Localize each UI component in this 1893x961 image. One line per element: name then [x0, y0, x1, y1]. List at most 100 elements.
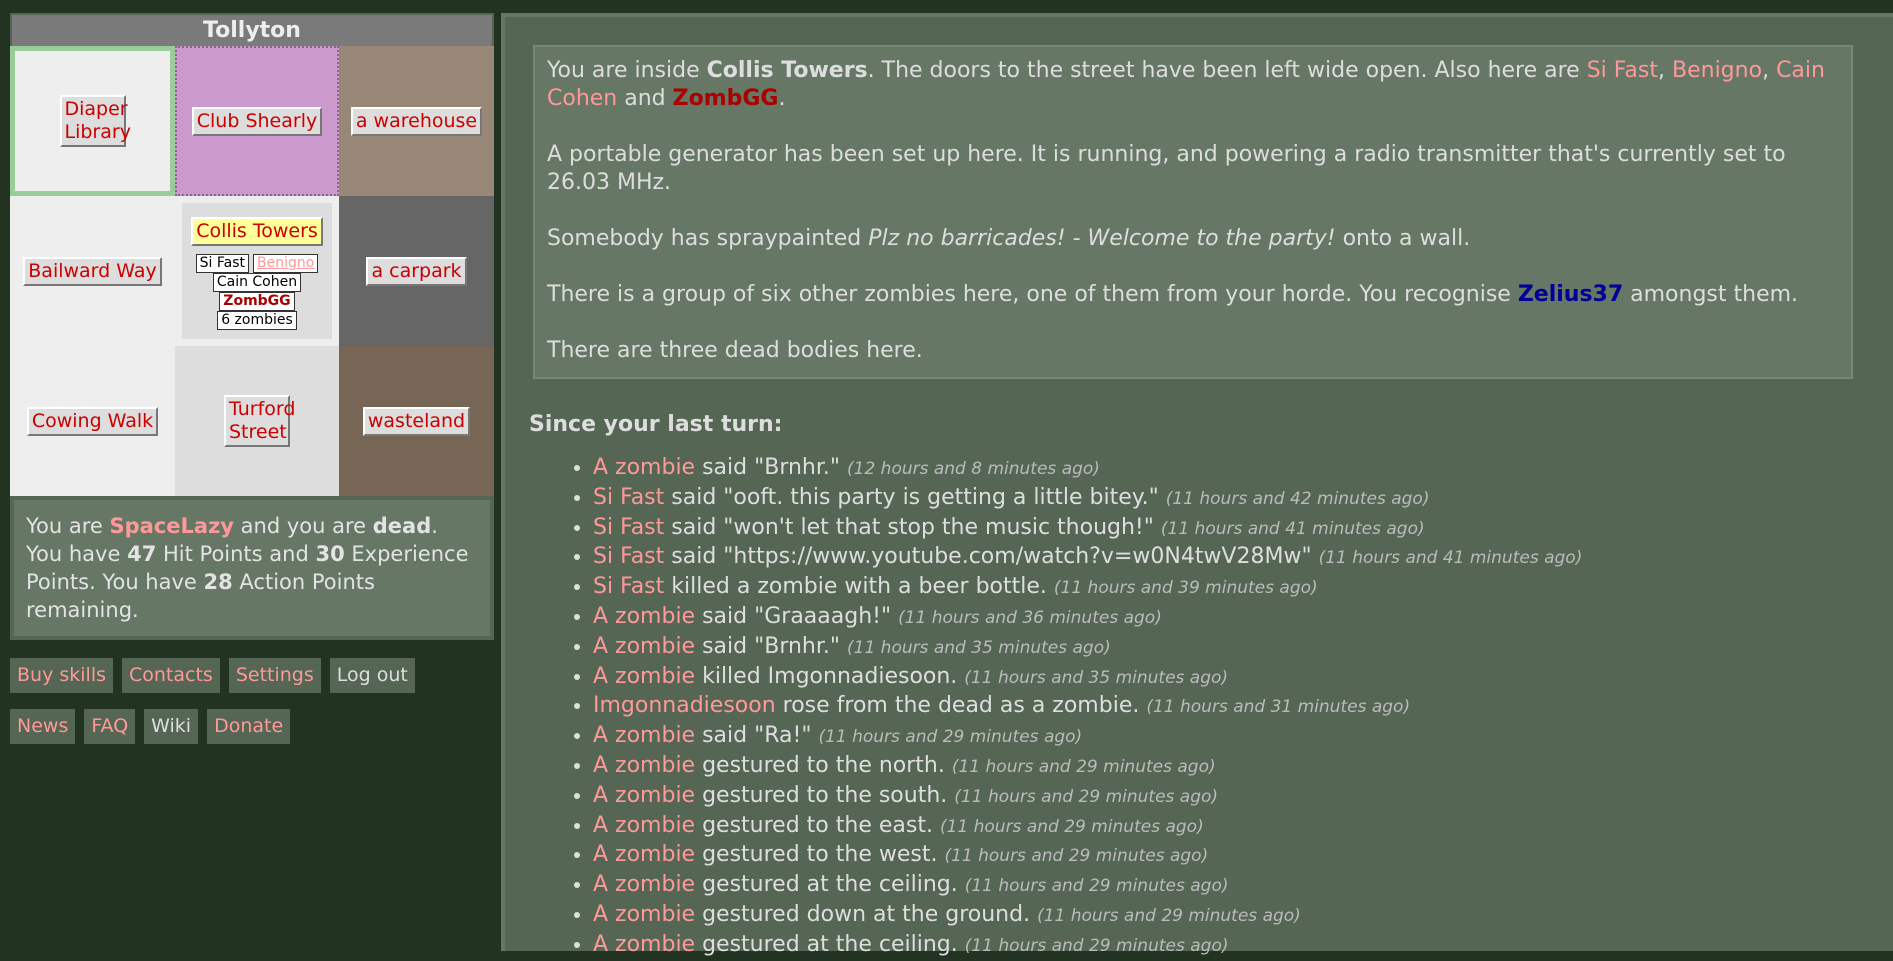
event-actor: A zombie [593, 842, 696, 868]
description-text: Somebody has spraypainted [547, 226, 869, 251]
survivor-link[interactable]: ZombGG [673, 86, 779, 111]
event-item: A zombie said "Brnhr." (11 hours and 35 … [593, 633, 1893, 663]
occupant-list: Si Fast Benigno Cain Cohen ZombGG 6 zomb… [195, 254, 319, 330]
event-item: Si Fast said "ooft. this party is gettin… [593, 484, 1893, 514]
event-actor: A zombie [593, 872, 696, 898]
donate-link[interactable]: Donate [207, 709, 291, 744]
event-actor[interactable]: Si Fast [593, 485, 664, 510]
survivor-link[interactable]: Benigno [1672, 58, 1762, 83]
wiki-link[interactable]: Wiki [144, 709, 199, 744]
buy-skills-link[interactable]: Buy skills [10, 658, 113, 693]
experience-points: 30 [315, 542, 345, 566]
event-timestamp: (11 hours and 39 minutes ago) [1053, 578, 1318, 599]
player-status: You are SpaceLazy and you are dead. You … [10, 496, 494, 640]
description-text: There is a group of six other zombies he… [547, 282, 1518, 307]
description-text: onto a wall. [1335, 226, 1471, 251]
map-grid: Diaper Library Club Shearly a warehouse … [10, 46, 494, 496]
event-text: said "Brnhr." [695, 455, 847, 480]
map-cell-turford-street: Turford Street [175, 346, 339, 496]
log-out-link[interactable]: Log out [329, 658, 415, 693]
event-timestamp: (11 hours and 31 minutes ago) [1146, 697, 1411, 718]
main-panel: You are inside Collis Towers. The doors … [501, 13, 1893, 957]
status-text: and you are [234, 514, 373, 538]
event-actor[interactable]: Si Fast [593, 544, 664, 569]
map-button-bailward-way[interactable]: Bailward Way [23, 256, 162, 286]
event-item: Si Fast killed a zombie with a beer bott… [593, 573, 1893, 603]
event-timestamp: (11 hours and 36 minutes ago) [898, 607, 1162, 628]
occupant-tag[interactable]: Si Fast [195, 254, 250, 273]
settings-link[interactable]: Settings [228, 658, 321, 693]
event-text: said "ooft. this party is getting a litt… [664, 484, 1166, 510]
suburb-title: Tollyton [10, 13, 494, 46]
location-name: Collis Towers [706, 58, 868, 83]
event-actor[interactable]: Imgonnadiesoon [593, 693, 776, 718]
zombies-paragraph: There is a group of six other zombies he… [547, 281, 1839, 309]
event-text: gestured to the west. [695, 842, 945, 868]
faq-link[interactable]: FAQ [84, 709, 136, 744]
action-points: 28 [203, 570, 233, 594]
site-links: News FAQ Wiki Donate [10, 709, 494, 744]
event-timestamp: (11 hours and 29 minutes ago) [951, 756, 1216, 777]
location-paragraph: You are inside Collis Towers. The doors … [547, 57, 1839, 113]
map-button-collis-towers[interactable]: Collis Towers [191, 217, 323, 246]
event-text: killed a zombie with a beer bottle. [664, 574, 1054, 600]
event-timestamp: (11 hours and 29 minutes ago) [954, 786, 1219, 807]
map-button-cowing-walk[interactable]: Cowing Walk [26, 406, 159, 436]
description-text: . [778, 86, 786, 111]
description-text: amongst them. [1623, 282, 1799, 307]
event-item: A zombie gestured down at the ground. (1… [593, 901, 1893, 931]
event-actor[interactable]: Si Fast [593, 574, 664, 599]
event-actor: A zombie [593, 782, 696, 808]
news-link[interactable]: News [10, 709, 76, 744]
map-button-warehouse[interactable]: a warehouse [350, 106, 483, 136]
event-timestamp: (11 hours and 29 minutes ago) [964, 876, 1229, 897]
event-actor[interactable]: Si Fast [593, 515, 664, 540]
zombie-count-tag: 6 zombies [217, 311, 297, 330]
event-item: A zombie gestured at the ceiling. (11 ho… [593, 871, 1893, 901]
event-text: said "won't let that stop the music thou… [664, 514, 1161, 540]
generator-paragraph: A portable generator has been set up her… [547, 142, 1786, 195]
event-timestamp: (11 hours and 41 minutes ago) [1160, 518, 1425, 539]
event-actor: A zombie [593, 901, 696, 927]
event-item: A zombie gestured to the east. (11 hours… [593, 812, 1893, 842]
horde-member-link[interactable]: Zelius37 [1518, 282, 1623, 307]
graffiti-text: Plz no barricades! - Welcome to the part… [868, 226, 1336, 251]
map-cell-bailward-way: Bailward Way [10, 196, 175, 346]
event-log: A zombie said "Brnhr." (12 hours and 8 m… [553, 454, 1893, 961]
event-timestamp: (11 hours and 29 minutes ago) [818, 727, 1083, 748]
event-timestamp: (11 hours and 29 minutes ago) [939, 816, 1204, 837]
map-cell-diaper-library: Diaper Library [10, 46, 175, 196]
event-text: said "Graaaagh!" [695, 603, 899, 629]
occupant-tag[interactable]: ZombGG [219, 292, 295, 311]
event-item: A zombie said "Graaaagh!" (11 hours and … [593, 603, 1893, 633]
survivor-link[interactable]: Si Fast [1587, 58, 1658, 83]
event-item: A zombie killed Imgonnadiesoon. (11 hour… [593, 663, 1893, 693]
event-text: said "Brnhr." [695, 633, 847, 659]
event-timestamp: (11 hours and 42 minutes ago) [1165, 488, 1430, 509]
description-text: , [1658, 58, 1672, 83]
map-button-diaper-library[interactable]: Diaper Library [59, 95, 131, 147]
location-description: You are inside Collis Towers. The doors … [533, 45, 1853, 379]
map-button-turford-street[interactable]: Turford Street [224, 395, 295, 447]
map-button-wasteland[interactable]: wasteland [362, 406, 471, 436]
map-button-carpark[interactable]: a carpark [366, 256, 467, 286]
contacts-link[interactable]: Contacts [122, 658, 220, 693]
map-cell-club-shearly: Club Shearly [175, 46, 339, 196]
event-text: killed Imgonnadiesoon. [695, 663, 965, 689]
map-cell-current-location: Collis Towers Si Fast Benigno Cain Cohen… [175, 196, 339, 346]
event-timestamp: (11 hours and 41 minutes ago) [1318, 548, 1583, 569]
event-item: Imgonnadiesoon rose from the dead as a z… [593, 692, 1893, 722]
bodies-paragraph: There are three dead bodies here. [547, 338, 923, 363]
occupant-tag[interactable]: Cain Cohen [212, 273, 302, 292]
event-item: A zombie gestured to the north. (11 hour… [593, 752, 1893, 782]
occupant-tag[interactable]: Benigno [253, 254, 319, 273]
left-panel: Tollyton Diaper Library Club Shearly a w… [10, 13, 494, 744]
event-item: A zombie gestured to the west. (11 hours… [593, 841, 1893, 871]
map-cell-cowing-walk: Cowing Walk [10, 346, 175, 496]
map-cell-warehouse: a warehouse [339, 46, 494, 196]
map-button-club-shearly[interactable]: Club Shearly [191, 106, 323, 136]
map-cell-wasteland: wasteland [339, 346, 494, 496]
event-text: said "Ra!" [695, 723, 819, 749]
event-actor: A zombie [593, 812, 696, 838]
event-text: said "https://www.youtube.com/watch?v=w0… [664, 544, 1319, 570]
